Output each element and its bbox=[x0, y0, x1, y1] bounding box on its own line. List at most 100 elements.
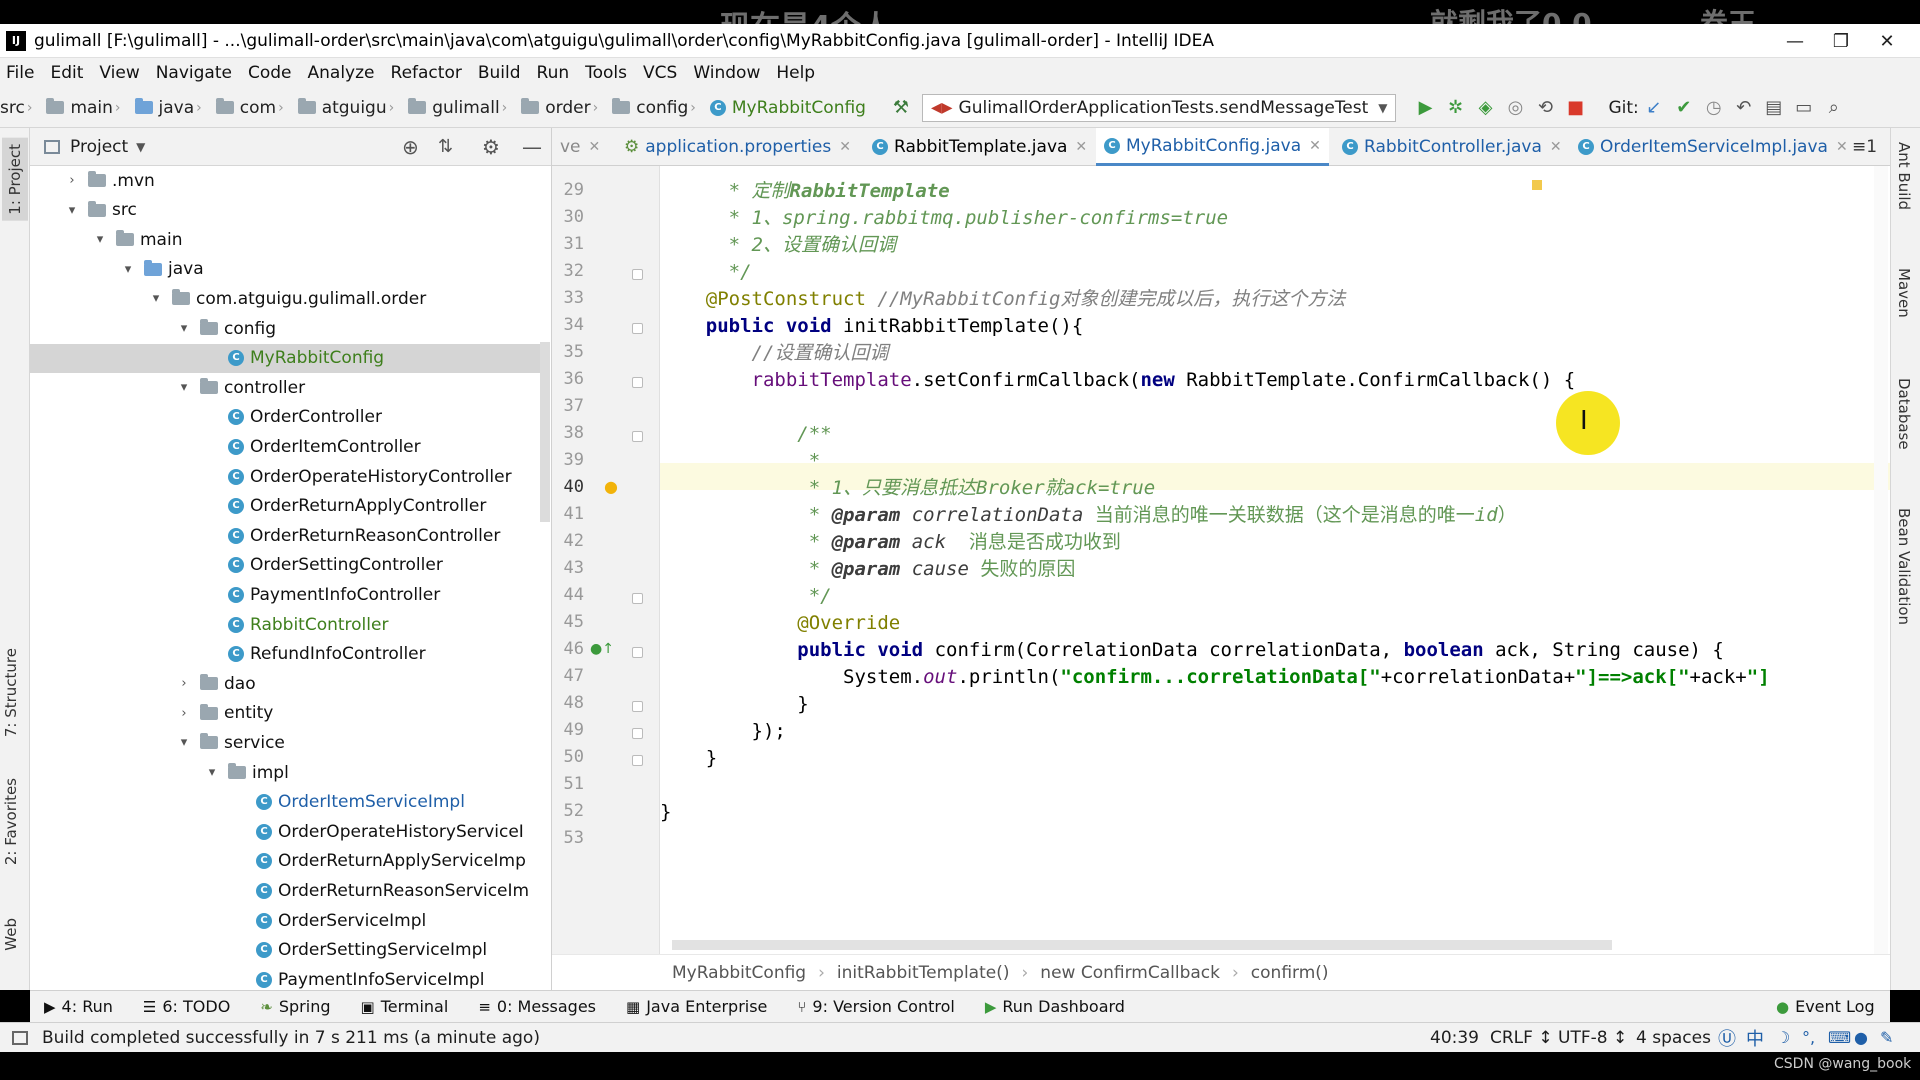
menu-refactor[interactable]: Refactor bbox=[383, 63, 470, 83]
line-separator[interactable]: CRLF ↕ bbox=[1490, 1028, 1553, 1048]
fold-marker-icon[interactable] bbox=[632, 377, 643, 388]
code-line-31[interactable]: * 2、设置确认回调 bbox=[660, 232, 896, 259]
tab-rabbitcontroller[interactable]: C RabbitController.java ✕ bbox=[1334, 128, 1570, 166]
chevron-right-icon[interactable]: › bbox=[64, 173, 80, 188]
code-line-46[interactable]: public void confirm(CorrelationData corr… bbox=[660, 637, 1724, 664]
menu-view[interactable]: View bbox=[91, 63, 147, 83]
close-icon[interactable]: ✕ bbox=[839, 139, 851, 155]
editor-gutter[interactable]: 29 30 31 32 33 34 35 36 37 38 39 40 41 42 43 44 45 46 47 48… bbox=[552, 166, 660, 954]
chevron-down-icon[interactable]: ▾ bbox=[204, 765, 220, 780]
tree-node[interactable]: C OrderReturnReasonServiceIm bbox=[30, 876, 540, 905]
fold-marker-icon[interactable] bbox=[632, 701, 643, 712]
tool-tab-web[interactable]: Web bbox=[2, 918, 20, 951]
chevron-down-icon[interactable]: ▾ bbox=[92, 232, 108, 247]
code-line-41[interactable]: * @param correlationData 当前消息的唯一关联数据（这个是… bbox=[660, 502, 1517, 529]
tab-rabbittemplate[interactable]: C RabbitTemplate.java ✕ bbox=[864, 128, 1095, 166]
git-update-icon[interactable]: ↙ bbox=[1639, 93, 1669, 123]
tree-node[interactable]: › .mvn bbox=[30, 166, 540, 195]
tree-node[interactable]: C MyRabbitConfig bbox=[30, 343, 540, 373]
gear-icon[interactable]: ⚙ bbox=[482, 135, 500, 159]
code-line-39[interactable]: * bbox=[660, 448, 820, 475]
line-number[interactable]: 32 bbox=[552, 261, 584, 281]
tree-node[interactable]: C OrderServiceImpl bbox=[30, 906, 540, 935]
code-crumb-confirm[interactable]: confirm() bbox=[1251, 963, 1329, 983]
code-line-45[interactable]: @Override bbox=[660, 610, 900, 637]
tree-node[interactable]: C RabbitController bbox=[30, 610, 540, 639]
tree-node[interactable]: ▾ main bbox=[30, 225, 540, 254]
tab-myrabbitconfig[interactable]: C MyRabbitConfig.java ✕ bbox=[1096, 128, 1329, 166]
tree-node[interactable]: C OrderSettingController bbox=[30, 551, 540, 580]
code-line-43[interactable]: * @param cause 失败的原因 bbox=[660, 556, 1076, 583]
code-line-30[interactable]: * 1、spring.rabbitmq.publisher-confirms=t… bbox=[660, 205, 1228, 232]
editor-vertical-scrollbar[interactable] bbox=[1874, 166, 1888, 954]
line-number[interactable]: 44 bbox=[552, 585, 584, 605]
code-line-44[interactable]: */ bbox=[660, 583, 832, 610]
git-history-icon[interactable]: ◷ bbox=[1699, 93, 1729, 123]
close-icon[interactable]: ✕ bbox=[589, 139, 601, 155]
tree-node[interactable]: ▾ config bbox=[30, 314, 540, 343]
tree-node[interactable]: ▾ java bbox=[30, 255, 540, 284]
tree-node[interactable]: ▾ src bbox=[30, 196, 540, 225]
code-crumb-class[interactable]: MyRabbitConfig bbox=[672, 963, 806, 983]
line-number[interactable]: 34 bbox=[552, 315, 584, 335]
code-editor[interactable]: 29 30 31 32 33 34 35 36 37 38 39 40 41 42 43 44 45 46 47 48… bbox=[552, 166, 1890, 954]
menu-window[interactable]: Window bbox=[685, 63, 768, 83]
nav-crumb-main[interactable]: main › bbox=[40, 98, 128, 118]
line-number[interactable]: 38 bbox=[552, 423, 584, 443]
line-number[interactable]: 35 bbox=[552, 342, 584, 362]
tool-messages[interactable]: ≡ 0: Messages bbox=[478, 997, 596, 1016]
line-number[interactable]: 37 bbox=[552, 396, 584, 416]
chevron-down-icon[interactable]: ▾ bbox=[148, 291, 164, 306]
nav-crumb-myrabbitconfig[interactable]: C MyRabbitConfig bbox=[704, 98, 872, 118]
tool-tab-structure[interactable]: 7: Structure bbox=[2, 648, 20, 737]
status-message[interactable]: Build completed successfully in 7 s 211 … bbox=[42, 1028, 540, 1048]
tree-scrollbar[interactable] bbox=[540, 342, 550, 522]
code-line-40[interactable]: * 1、只要消息抵达Broker就ack=true bbox=[660, 475, 1155, 502]
fold-marker-icon[interactable] bbox=[632, 593, 643, 604]
git-revert-icon[interactable]: ↶ bbox=[1729, 93, 1759, 123]
moon-icon[interactable]: ☽ bbox=[1776, 1028, 1790, 1047]
run-configuration-select[interactable]: ◀▶ GulimallOrderApplicationTests.sendMes… bbox=[921, 93, 1397, 122]
toggle-tool-windows-icon[interactable] bbox=[12, 1030, 28, 1045]
tool-tab-project[interactable]: 1: Project bbox=[2, 138, 28, 221]
git-commit-icon[interactable]: ✔ bbox=[1669, 93, 1699, 123]
nav-crumb-order[interactable]: order › bbox=[515, 98, 606, 118]
run-icon[interactable]: ▶ bbox=[1410, 93, 1440, 123]
search-icon[interactable]: ⌕ bbox=[1819, 93, 1849, 123]
tool-tab-maven[interactable]: Maven bbox=[1895, 268, 1913, 318]
punctuation-icon[interactable]: °, bbox=[1802, 1028, 1815, 1047]
stop-icon[interactable]: ■ bbox=[1560, 93, 1590, 123]
tool-tab-bean-validation[interactable]: Bean Validation bbox=[1895, 508, 1913, 625]
close-icon[interactable]: ✕ bbox=[1309, 138, 1321, 154]
nav-crumb-config[interactable]: config › bbox=[606, 98, 704, 118]
tool-run-dashboard[interactable]: ▶ Run Dashboard bbox=[985, 997, 1125, 1016]
tree-node[interactable]: C OrderController bbox=[30, 403, 540, 432]
tool-tab-database[interactable]: Database bbox=[1895, 378, 1913, 450]
nav-crumb-java[interactable]: java › bbox=[129, 98, 210, 118]
code-line-51[interactable] bbox=[660, 772, 671, 799]
code-line-35[interactable]: //设置确认回调 bbox=[660, 340, 889, 367]
chevron-down-icon[interactable]: ▼ bbox=[136, 140, 145, 154]
tree-node[interactable]: ▾ controller bbox=[30, 373, 540, 402]
close-icon[interactable]: ✕ bbox=[1075, 139, 1087, 155]
tree-node[interactable]: C OrderReturnApplyController bbox=[30, 492, 540, 521]
tree-node[interactable]: C OrderReturnApplyServiceImp bbox=[30, 847, 540, 876]
fold-marker-icon[interactable] bbox=[632, 728, 643, 739]
tree-node[interactable]: C OrderOperateHistoryController bbox=[30, 462, 540, 491]
line-number[interactable]: 41 bbox=[552, 504, 584, 524]
wrench-icon[interactable]: ✎ bbox=[1880, 1028, 1893, 1047]
menu-vcs[interactable]: VCS bbox=[635, 63, 685, 83]
code-line-34[interactable]: public void initRabbitTemplate(){ bbox=[660, 313, 1084, 340]
keyboard-icon[interactable]: ⌨ bbox=[1828, 1028, 1851, 1047]
line-number[interactable]: 31 bbox=[552, 234, 584, 254]
code-crumb-anonymous[interactable]: new ConfirmCallback bbox=[1040, 963, 1220, 983]
chevron-down-icon[interactable]: ▾ bbox=[176, 380, 192, 395]
line-number[interactable]: 42 bbox=[552, 531, 584, 551]
tree-node[interactable]: ▾ impl bbox=[30, 758, 540, 787]
line-number[interactable]: 30 bbox=[552, 207, 584, 227]
code-crumb-method[interactable]: initRabbitTemplate() bbox=[837, 963, 1010, 983]
line-number[interactable]: 48 bbox=[552, 693, 584, 713]
run-with-icon[interactable]: ⟲ bbox=[1530, 93, 1560, 123]
tool-todo[interactable]: ☰ 6: TODO bbox=[143, 997, 230, 1016]
line-number[interactable]: 46 bbox=[552, 639, 584, 659]
